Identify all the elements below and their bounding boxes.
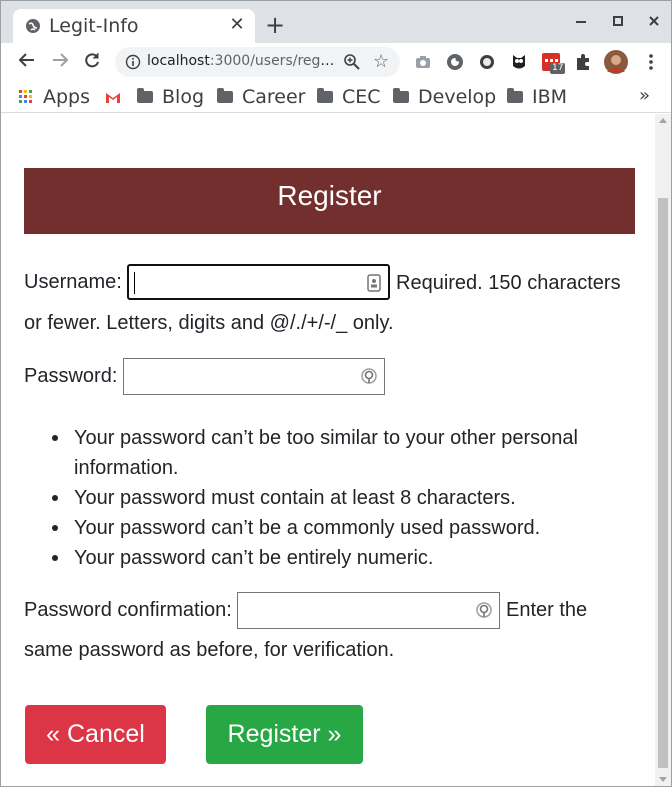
address-bar[interactable]: localhost:3000/users/regi... ☆ <box>115 47 400 77</box>
contact-card-icon[interactable] <box>365 274 383 292</box>
maximize-icon[interactable] <box>608 13 628 33</box>
scroll-down-arrow-icon[interactable] <box>659 777 667 782</box>
password-label: Password: <box>24 365 118 387</box>
info-icon[interactable] <box>125 54 141 70</box>
browser-toolbar: localhost:3000/users/regi... ☆ 17 <box>1 43 671 81</box>
list-item: Your password can’t be a commonly used p… <box>52 513 634 543</box>
url-text[interactable]: localhost:3000/users/regi... <box>147 53 335 69</box>
password-rules-list: Your password can’t be too similar to yo… <box>52 423 634 573</box>
extension-ring-icon[interactable] <box>477 52 497 72</box>
extension-circle-icon[interactable] <box>445 52 465 72</box>
puzzle-icon[interactable] <box>573 52 593 72</box>
password-confirmation-field[interactable] <box>237 592 500 629</box>
camera-icon[interactable] <box>413 52 433 72</box>
bookmark-folder-cec[interactable]: CEC <box>317 85 381 109</box>
key-icon[interactable] <box>475 601 493 619</box>
list-item: Your password can’t be too similar to yo… <box>52 423 634 483</box>
url-path: :3000/users/regi... <box>209 53 335 69</box>
close-window-icon[interactable] <box>644 13 664 33</box>
bookmark-folder-develop[interactable]: Develop <box>393 85 496 109</box>
page-title: Register <box>24 168 635 234</box>
password-confirmation-help-text: Enter the <box>506 599 588 621</box>
bookmark-gmail[interactable] <box>105 85 121 109</box>
username-input[interactable] <box>129 266 388 298</box>
bookmark-label: IBM <box>532 86 568 108</box>
folder-icon <box>217 88 233 103</box>
browser-tab[interactable]: Legit-Info ✕ <box>13 9 255 43</box>
list-item: Your password must contain at least 8 ch… <box>52 483 634 513</box>
bookmark-label: Develop <box>418 86 497 108</box>
folder-icon <box>137 88 153 103</box>
gmail-icon <box>106 92 120 103</box>
key-icon[interactable] <box>360 367 378 385</box>
password-confirmation-help-text-cont: same password as before, for verificatio… <box>24 639 395 661</box>
reload-icon[interactable] <box>80 50 104 74</box>
bookmark-star-icon[interactable]: ☆ <box>373 51 389 72</box>
forward-arrow-icon[interactable] <box>48 50 72 74</box>
close-tab-icon[interactable]: ✕ <box>227 15 247 35</box>
apps-grid-icon <box>19 90 32 103</box>
password-confirmation-label: Password confirmation: <box>24 599 232 621</box>
globe-icon <box>26 19 40 33</box>
vertical-scrollbar[interactable] <box>655 114 671 786</box>
calendar-extension-icon[interactable]: 17 <box>541 52 566 76</box>
tab-title: Legit-Info <box>49 15 139 37</box>
bookmark-folder-ibm[interactable]: IBM <box>507 85 567 109</box>
list-item: Your password can’t be entirely numeric. <box>52 543 634 573</box>
bookmark-label: Career <box>242 86 306 108</box>
menu-dots-icon[interactable] <box>641 52 661 72</box>
folder-icon <box>507 88 523 103</box>
bookmark-folder-blog[interactable]: Blog <box>137 85 204 109</box>
zoom-icon[interactable] <box>343 53 361 71</box>
minimize-icon[interactable] <box>571 13 591 33</box>
bookmark-label: Apps <box>43 86 91 108</box>
password-field[interactable] <box>123 358 385 395</box>
folder-icon <box>317 88 333 103</box>
extension-badge: 17 <box>550 63 566 74</box>
scroll-up-arrow-icon[interactable] <box>659 118 667 123</box>
bookmarks-overflow-button[interactable]: » <box>639 85 650 106</box>
password-confirmation-input[interactable] <box>238 593 499 628</box>
folder-icon <box>393 88 409 103</box>
username-help-text-cont: or fewer. Letters, digits and @/./+/-/_ … <box>24 312 394 334</box>
scrollbar-thumb[interactable] <box>658 198 668 768</box>
text-caret <box>134 272 135 294</box>
tab-strip: Legit-Info ✕ + <box>1 1 671 43</box>
page-content: Register Username: Required. 150 charact… <box>1 114 655 786</box>
url-host: localhost <box>147 53 210 69</box>
avatar[interactable] <box>604 50 628 74</box>
bookmark-label: Blog <box>162 86 204 108</box>
new-tab-button[interactable]: + <box>263 13 287 37</box>
username-label: Username: <box>24 271 122 293</box>
password-input[interactable] <box>124 359 384 394</box>
owl-icon[interactable] <box>509 52 529 72</box>
username-help-text: Required. 150 characters <box>396 272 621 294</box>
bookmarks-bar: Apps Blog Career CEC Develop IBM <box>1 81 671 113</box>
bookmark-apps[interactable]: Apps <box>19 85 90 109</box>
browser-window: Legit-Info ✕ + localhost:3000/users/regi… <box>0 0 672 787</box>
bookmark-folder-career[interactable]: Career <box>217 85 306 109</box>
bookmark-label: CEC <box>342 86 381 108</box>
username-field[interactable] <box>127 264 390 300</box>
cancel-button[interactable]: « Cancel <box>25 705 166 764</box>
back-arrow-icon[interactable] <box>15 50 39 74</box>
register-button[interactable]: Register » <box>206 705 363 764</box>
